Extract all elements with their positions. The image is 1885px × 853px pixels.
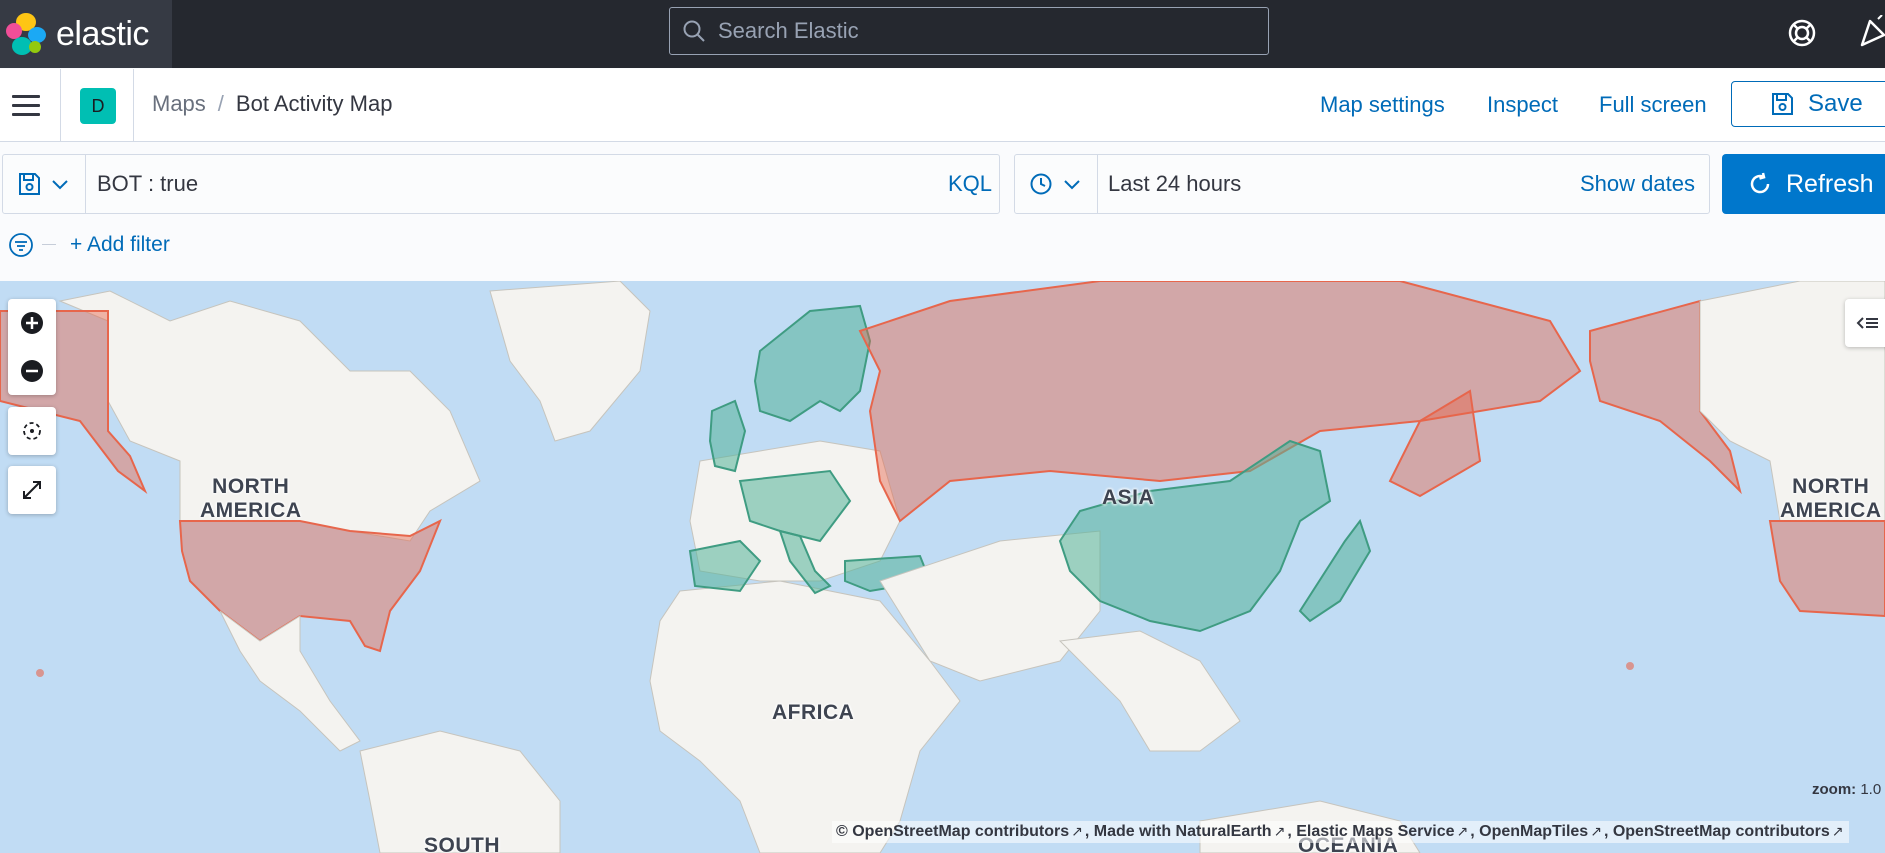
clock-icon: [1030, 173, 1052, 195]
nav-menu-button[interactable]: [12, 91, 40, 119]
japan: [1298, 518, 1372, 623]
refresh-button[interactable]: Refresh: [1722, 154, 1885, 214]
attribution-link[interactable]: Elastic Maps Service: [1296, 823, 1454, 840]
external-link-icon: ↗: [1273, 823, 1286, 839]
fit-data-control: [8, 407, 56, 455]
crosshair-icon: [23, 422, 41, 440]
divider: [42, 244, 56, 245]
united-states-repeat: [1768, 520, 1885, 618]
united-states: [178, 518, 442, 653]
full-screen-link[interactable]: Full screen: [1599, 92, 1707, 118]
map-attribution: © OpenStreetMap contributors ↗, Made with…: [832, 821, 1850, 843]
minus-icon: [21, 360, 43, 382]
inspect-link[interactable]: Inspect: [1487, 92, 1558, 118]
elastic-home-link[interactable]: elastic: [0, 0, 172, 68]
query-language-button[interactable]: KQL: [948, 171, 992, 197]
greenland: [489, 281, 651, 442]
search-icon: [683, 20, 705, 42]
south-asia: [1058, 630, 1241, 752]
external-link-icon: ↗: [1071, 823, 1083, 839]
elastic-logo-icon: [6, 13, 48, 55]
expand-icon: [23, 481, 41, 499]
attribution-link[interactable]: OpenMapTiles: [1479, 823, 1588, 840]
space-avatar[interactable]: D: [80, 88, 116, 124]
map-settings-link[interactable]: Map settings: [1320, 92, 1445, 118]
divider: [133, 69, 134, 141]
global-header: elastic: [0, 0, 1885, 68]
breadcrumb: Maps / Bot Activity Map: [152, 91, 392, 117]
zoom-in-button[interactable]: [8, 299, 56, 347]
zoom-label: zoom:: [1812, 781, 1857, 798]
zoom-value: 1.0: [1860, 781, 1882, 798]
help-icon[interactable]: [1786, 17, 1818, 49]
app-header: D Maps / Bot Activity Map Map settings I…: [0, 69, 1885, 142]
map-label-north-america: NORTH AMERICA: [200, 475, 302, 522]
zoom-readout: zoom: 1.0: [1812, 781, 1881, 798]
show-dates-button[interactable]: Show dates: [1580, 171, 1695, 197]
search-input[interactable]: [716, 17, 1240, 45]
breadcrumb-current: Bot Activity Map: [235, 91, 393, 116]
query-bar: BOT : true KQL: [2, 154, 1000, 214]
expand-button[interactable]: [8, 466, 56, 514]
add-filter-button[interactable]: + Add filter: [70, 233, 170, 257]
map-label-south-america: SOUTH: [424, 834, 500, 853]
brand-name: elastic: [56, 14, 149, 53]
external-link-icon: ↗: [1831, 823, 1844, 839]
attribution-link[interactable]: OpenStreetMap contributors: [1613, 823, 1830, 840]
refresh-label: Refresh: [1786, 169, 1874, 198]
zoom-controls: [8, 299, 56, 395]
fit-to-data-button[interactable]: [8, 407, 56, 455]
filter-options-icon[interactable]: [8, 232, 34, 258]
refresh-icon: [1750, 172, 1770, 194]
world-map: [0, 281, 1885, 853]
saved-query-button[interactable]: [3, 155, 86, 213]
external-link-icon: ↗: [1590, 823, 1602, 839]
save-label: Save: [1808, 90, 1863, 117]
map-label-north-america-repeat: NORTH AMERICA: [1780, 475, 1882, 522]
hawaii-repeat: [1626, 662, 1634, 670]
quick-select-button[interactable]: [1015, 155, 1098, 213]
date-picker: Last 24 hours Show dates: [1014, 154, 1710, 214]
breadcrumb-maps[interactable]: Maps: [152, 91, 206, 117]
map-canvas[interactable]: NORTH AMERICA ASIA AFRICA SOUTH OCEANIA …: [0, 281, 1885, 853]
chevron-down-icon: [52, 180, 68, 190]
hawaii: [36, 669, 44, 677]
time-range-display[interactable]: Last 24 hours: [1108, 171, 1241, 197]
external-link-icon: ↗: [1456, 823, 1469, 839]
map-label-asia: ASIA: [1102, 486, 1155, 509]
attribution-link[interactable]: © OpenStreetMap contributors: [836, 823, 1069, 840]
query-input[interactable]: BOT : true: [97, 171, 198, 197]
scandinavia: [753, 304, 872, 423]
save-button[interactable]: Save: [1731, 81, 1885, 127]
breadcrumb-separator: /: [217, 91, 224, 116]
global-search[interactable]: [669, 7, 1269, 55]
layer-control-toggle[interactable]: [1845, 299, 1885, 347]
newsfeed-icon[interactable]: [1858, 15, 1885, 51]
save-icon: [1772, 93, 1793, 115]
chevron-down-icon: [1064, 180, 1080, 190]
plus-icon: [21, 312, 43, 334]
mexico: [219, 610, 361, 752]
save-icon: [19, 173, 40, 195]
attribution-link[interactable]: Made with NaturalEarth: [1094, 823, 1272, 840]
divider: [60, 69, 61, 141]
map-label-africa: AFRICA: [772, 701, 855, 724]
menu-left-icon: [1856, 317, 1878, 329]
fullscreen-control: [8, 466, 56, 514]
zoom-out-button[interactable]: [8, 347, 56, 395]
